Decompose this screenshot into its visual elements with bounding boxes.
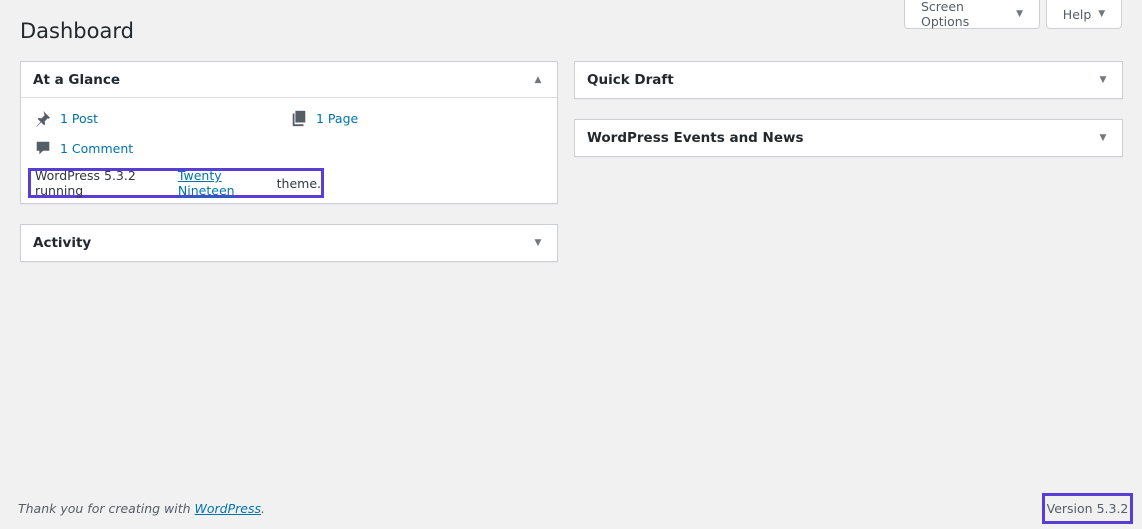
page-title: Dashboard [20,19,134,43]
at-a-glance-header[interactable]: At a Glance ▲ [21,62,557,98]
screen-meta-links: Screen Options ▼ Help ▼ [904,0,1122,29]
wordpress-version-info: WordPress 5.3.2 running Twenty Nineteen … [28,168,324,198]
posts-count-link[interactable]: 1 Post [34,109,98,127]
footer-thanks-suffix: . [261,501,265,516]
widget-title: WordPress Events and News [587,130,804,146]
expand-toggle-icon[interactable]: ▼ [1096,75,1110,85]
footer-thanks-prefix: Thank you for creating with [18,501,191,516]
activity-header[interactable]: Activity ▼ [21,225,557,261]
events-news-header[interactable]: WordPress Events and News ▼ [575,120,1122,156]
theme-link[interactable]: Twenty Nineteen [178,168,273,198]
version-prefix: WordPress 5.3.2 running [35,168,136,198]
screen-options-label: Screen Options [921,0,970,29]
comments-count-label: 1 Comment [60,140,134,156]
comments-count-link[interactable]: 1 Comment [34,139,133,157]
pages-icon [290,109,308,127]
at-a-glance-body: 1 Post 1 Page 1 Comment WordPress 5.3.2 … [21,98,557,204]
caret-down-icon: ▼ [1016,9,1023,19]
quick-draft-header[interactable]: Quick Draft ▼ [575,62,1122,98]
comment-icon [34,139,52,157]
footer-thanks: Thank you for creating with WordPress. [18,501,265,516]
footer-version: Version 5.3.2 [1042,493,1133,524]
caret-down-icon: ▼ [1098,9,1106,19]
quick-draft-widget: Quick Draft ▼ [574,61,1123,99]
screen-options-button[interactable]: Screen Options ▼ [904,0,1040,29]
help-label: Help [1062,6,1092,22]
pages-count-link[interactable]: 1 Page [290,109,358,127]
expand-toggle-icon[interactable]: ▼ [531,238,545,248]
pin-icon [34,109,52,127]
at-a-glance-widget: At a Glance ▲ 1 Post 1 Page 1 Comment Wo… [20,61,558,204]
widget-title: Quick Draft [587,72,674,88]
pages-count-label: 1 Page [316,110,359,126]
wordpress-link[interactable]: WordPress [195,501,261,516]
widget-title: Activity [33,235,92,251]
expand-toggle-icon[interactable]: ▼ [1096,133,1110,143]
version-suffix: theme. [276,175,321,191]
help-button[interactable]: Help ▼ [1046,0,1122,29]
collapse-toggle-icon[interactable]: ▲ [531,75,545,85]
widget-title: At a Glance [33,71,120,88]
posts-count-label: 1 Post [60,110,99,126]
events-news-widget: WordPress Events and News ▼ [574,119,1123,157]
activity-widget: Activity ▼ [20,224,558,262]
